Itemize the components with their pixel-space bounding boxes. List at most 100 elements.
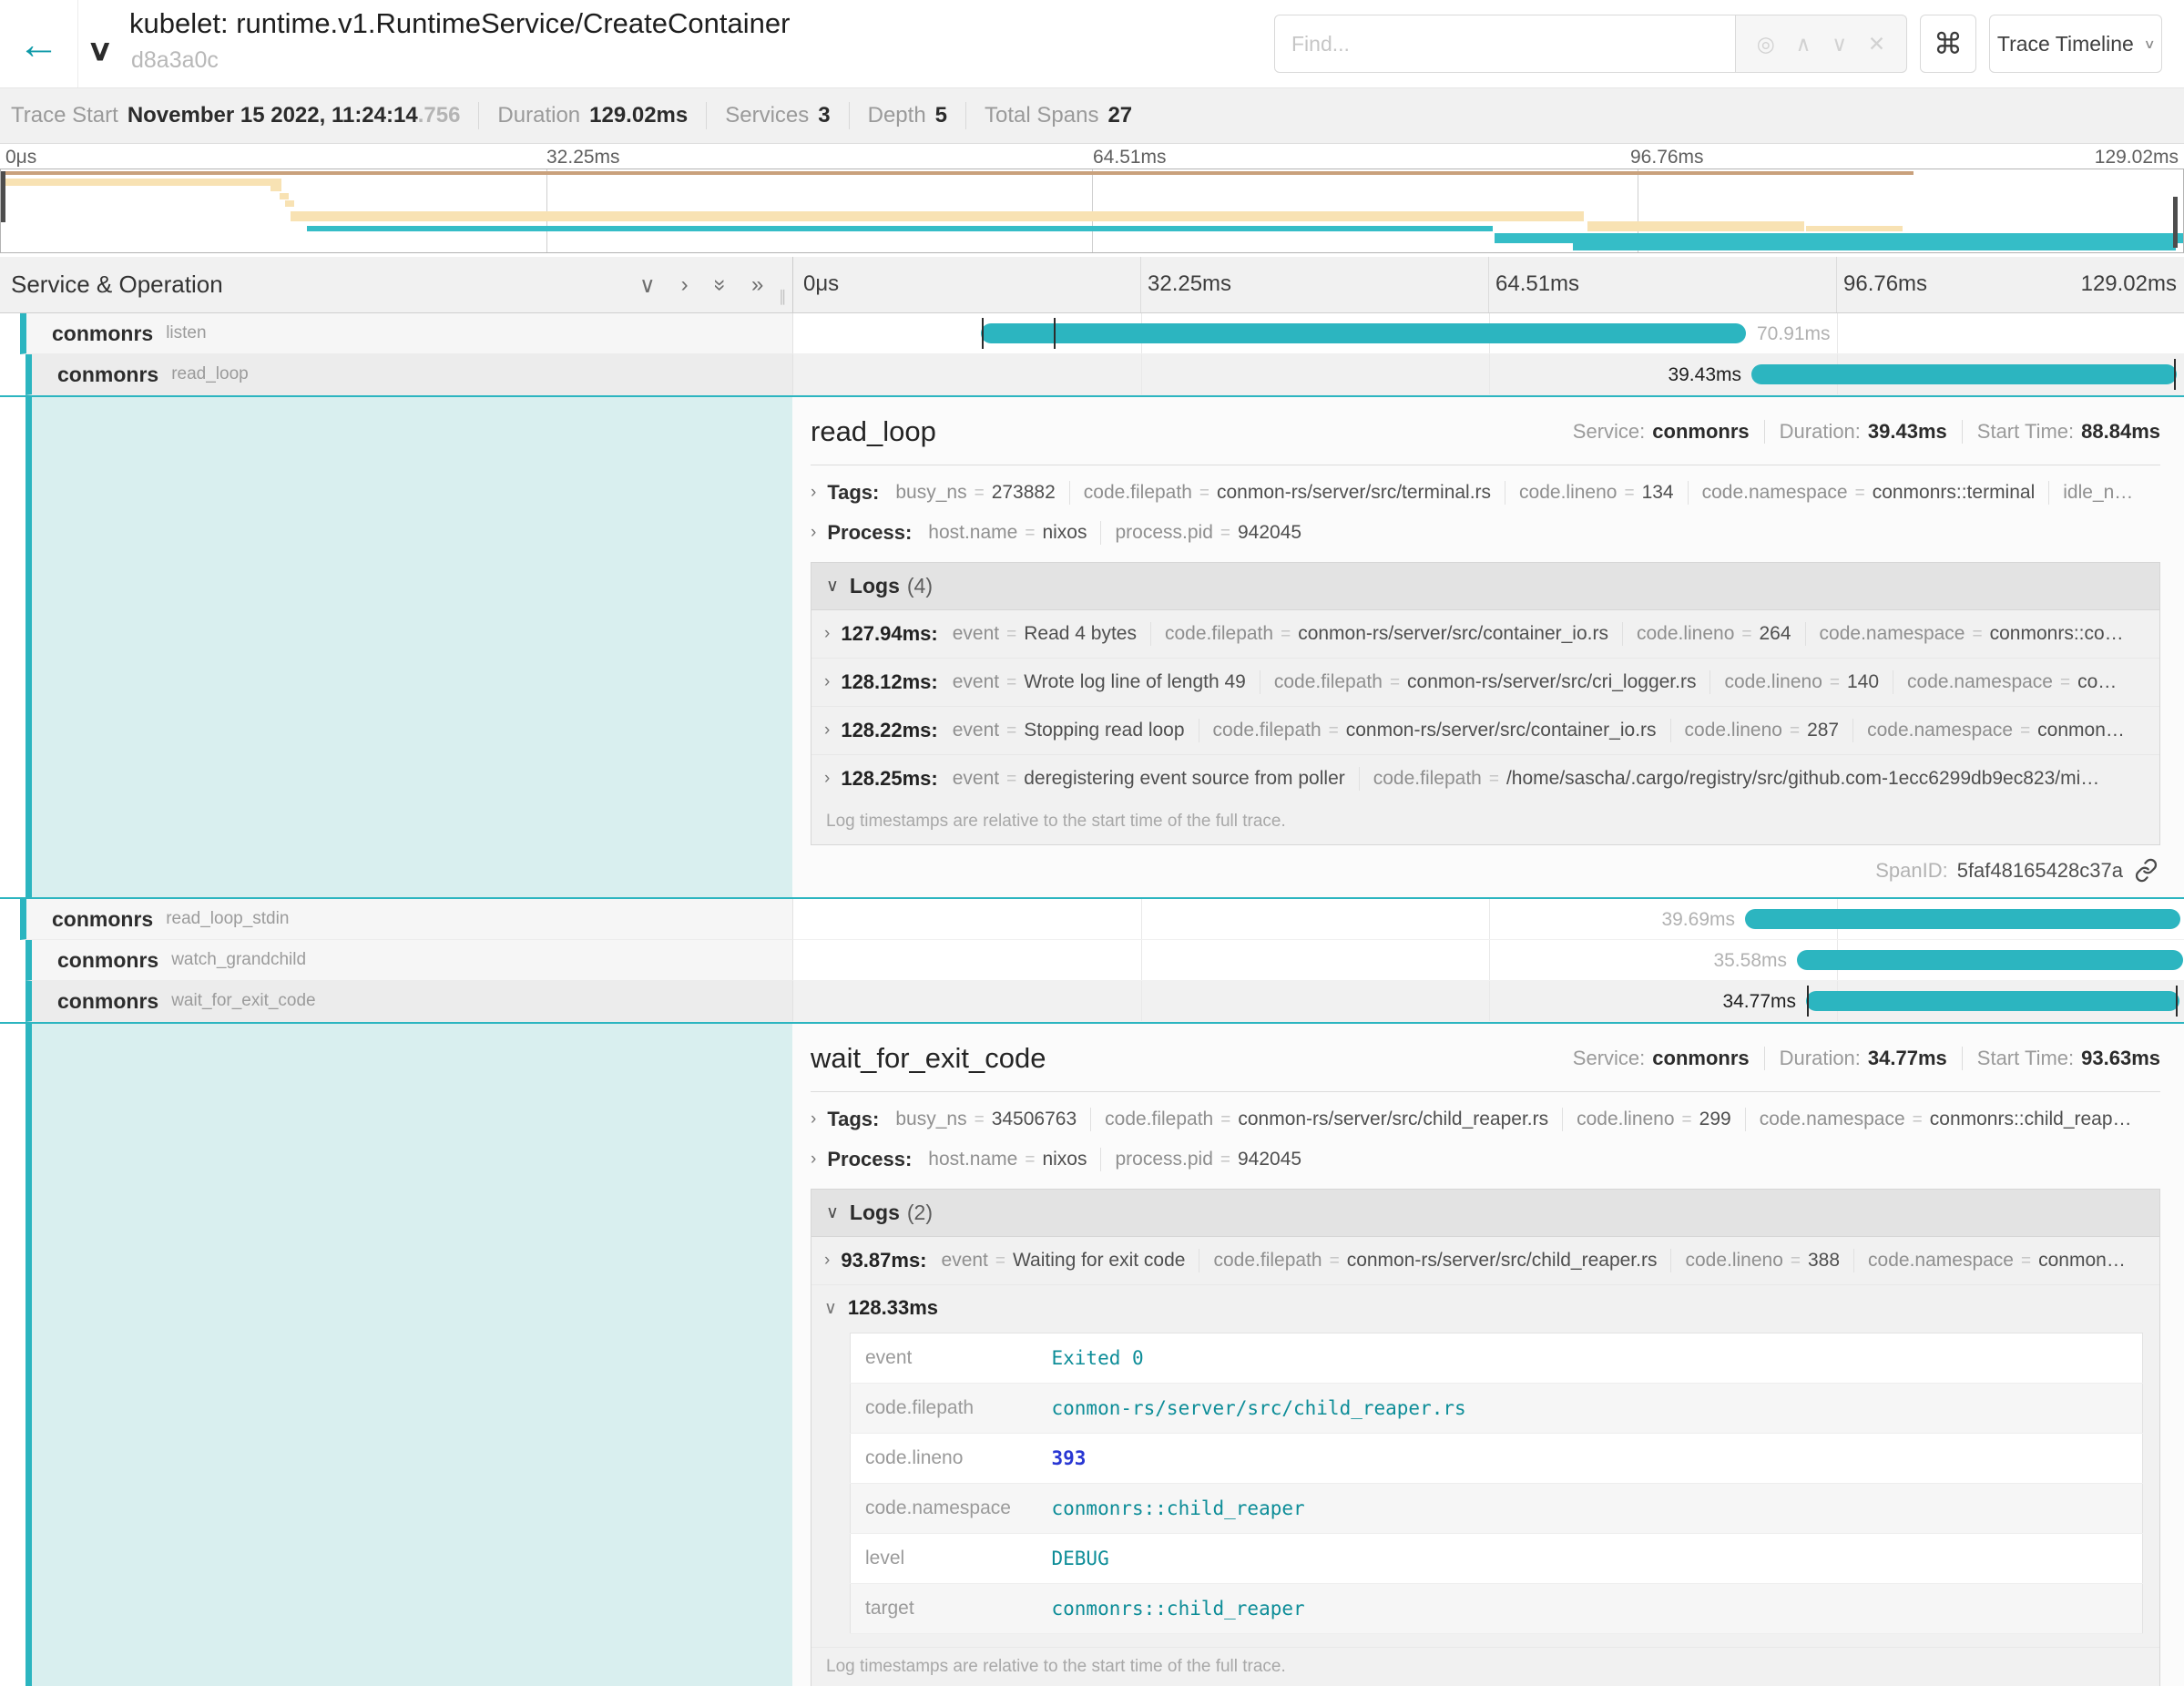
timeline-tick-labels: 0μs 32.25ms 64.51ms 96.76ms 129.02ms xyxy=(792,257,2184,312)
chevron-right-icon: › xyxy=(824,1251,830,1271)
log-fields-table: eventExited 0 code.filepathconmon-rs/ser… xyxy=(850,1333,2143,1634)
timeline-minimap: 0μs 32.25ms 64.51ms 96.76ms 129.02ms xyxy=(0,144,2184,257)
minimap-left-handle[interactable] xyxy=(1,171,5,222)
trace-id: d8a3a0c xyxy=(131,47,219,74)
chevron-right-icon: › xyxy=(811,483,816,503)
trace-view-select[interactable]: Trace Timeline ∨ xyxy=(1989,15,2162,73)
prev-match-icon[interactable]: ∧ xyxy=(1796,32,1811,56)
back-button[interactable]: ← xyxy=(0,0,78,87)
service-name: conmonrs xyxy=(52,322,153,346)
find-input[interactable] xyxy=(1274,15,1736,73)
trace-start: Trace StartNovember 15 2022, 11:24:14.75… xyxy=(11,103,460,128)
minimap-right-handle[interactable] xyxy=(2173,197,2178,248)
find-bar: ◎ ∧ ∨ ✕ xyxy=(1274,15,1907,73)
span-bar[interactable] xyxy=(1806,991,2179,1011)
span-bar[interactable] xyxy=(1745,909,2180,929)
tags-row[interactable]: › Tags: busy_ns34506763 code.filepathcon… xyxy=(811,1099,2160,1139)
command-icon: ⌘ xyxy=(1934,26,1963,61)
expand-all-icon[interactable]: » xyxy=(751,272,763,298)
log-entry[interactable]: › 128.25ms: eventderegistering event sou… xyxy=(811,755,2159,802)
span-name-cell[interactable]: conmonrswait_for_exit_code xyxy=(0,981,792,1022)
trace-duration: Duration129.02ms xyxy=(497,103,688,128)
back-arrow-icon: ← xyxy=(18,19,60,68)
span-timeline-cell[interactable]: 34.77ms xyxy=(792,981,2184,1022)
span-id-value: 5faf48165428c37a xyxy=(1957,859,2123,883)
table-row: code.filepathconmon-rs/server/src/child_… xyxy=(851,1384,2143,1434)
detail-content: read_loop Service:conmonrs Duration:39.4… xyxy=(792,397,2184,897)
process-row[interactable]: › Process: host.namenixos process.pid942… xyxy=(811,513,2160,553)
minimap-span xyxy=(291,211,1584,221)
minimap-span xyxy=(1495,233,2183,243)
table-row: levelDEBUG xyxy=(851,1534,2143,1584)
service-name: conmonrs xyxy=(52,907,153,932)
log-marker xyxy=(2174,359,2176,390)
minimap-span xyxy=(270,186,281,191)
operation-name: listen xyxy=(166,323,206,343)
log-entry-header[interactable]: ∨ 128.33ms xyxy=(824,1296,2147,1320)
span-bar[interactable] xyxy=(1751,364,2177,384)
chevron-right-icon: › xyxy=(811,1109,816,1129)
span-duration-label: 34.77ms xyxy=(1722,991,1796,1013)
span-name-cell[interactable]: conmonrs watch_grandchild xyxy=(0,940,792,981)
log-entry[interactable]: › 128.22ms: eventStopping read loop code… xyxy=(811,707,2159,755)
minimap-span xyxy=(285,200,294,207)
span-row-read-loop-stdin: conmonrs read_loop_stdin 39.69ms xyxy=(0,899,2184,940)
table-row: targetconmonrs::child_reaper xyxy=(851,1584,2143,1634)
process-row[interactable]: › Process: host.namenixos process.pid942… xyxy=(811,1139,2160,1180)
log-marker xyxy=(982,318,984,349)
log-entry[interactable]: › 127.94ms: eventRead 4 bytes code.filep… xyxy=(811,610,2159,659)
trace-view-label: Trace Timeline xyxy=(1997,32,2134,56)
log-marker xyxy=(1807,986,1809,1017)
span-row-wait-for-exit-code: conmonrswait_for_exit_code 34.77ms xyxy=(0,981,2184,1022)
span-name-cell[interactable]: conmonrs read_loop_stdin xyxy=(0,899,792,940)
span-timeline-cell[interactable]: 39.43ms xyxy=(792,354,2184,395)
span-name-cell[interactable]: conmonrs listen xyxy=(0,313,792,354)
collapse-one-icon[interactable]: ∨ xyxy=(639,272,656,299)
keyboard-shortcuts-button[interactable]: ⌘ xyxy=(1920,15,1976,73)
span-timeline-cell[interactable]: 35.58ms xyxy=(792,940,2184,981)
divider xyxy=(478,102,479,129)
collapse-all-icon[interactable]: » xyxy=(707,279,732,291)
service-name: conmonrs xyxy=(57,948,158,973)
service-name: conmonrs xyxy=(57,363,158,387)
collapse-header-chevron-icon[interactable]: ∨ xyxy=(87,33,113,67)
chevron-down-icon: ∨ xyxy=(824,1298,837,1319)
expand-one-icon[interactable]: › xyxy=(681,272,689,298)
detail-gutter xyxy=(0,397,792,897)
span-bar[interactable] xyxy=(1797,950,2183,970)
chevron-right-icon: › xyxy=(811,523,816,543)
detail-content: wait_for_exit_code Service:conmonrs Dura… xyxy=(792,1024,2184,1686)
table-row: code.lineno393 xyxy=(851,1434,2143,1484)
column-resizer[interactable]: ∥ xyxy=(779,288,787,306)
span-timeline-cell[interactable]: 39.69ms xyxy=(792,899,2184,940)
span-bar[interactable] xyxy=(981,323,1746,343)
link-icon[interactable] xyxy=(2134,858,2158,883)
minimap-span xyxy=(1587,221,1804,231)
collapse-controls: ∨ › » » xyxy=(639,257,763,313)
operation-name: read_loop xyxy=(171,364,249,384)
log-entry[interactable]: › 93.87ms: eventWaiting for exit code co… xyxy=(811,1237,2159,1285)
tags-row[interactable]: › Tags: busy_ns273882 code.filepathconmo… xyxy=(811,473,2160,513)
minimap-canvas[interactable] xyxy=(0,169,2184,253)
operation-name: watch_grandchild xyxy=(171,950,306,970)
next-match-icon[interactable]: ∨ xyxy=(1832,32,1847,56)
chevron-right-icon: › xyxy=(824,769,830,789)
logs-header[interactable]: ∨ Logs(2) xyxy=(811,1190,2159,1237)
operation-name: read_loop_stdin xyxy=(166,909,289,929)
minimap-span xyxy=(1573,243,2176,250)
span-duration-label: 39.43ms xyxy=(1668,364,1741,386)
clear-search-icon[interactable]: ✕ xyxy=(1868,32,1885,56)
log-entry[interactable]: › 128.12ms: eventWrote log line of lengt… xyxy=(811,659,2159,707)
detail-title: read_loop xyxy=(811,415,936,448)
locate-icon[interactable]: ◎ xyxy=(1757,32,1775,56)
span-row-read-loop: conmonrs read_loop 39.43ms xyxy=(0,354,2184,395)
service-name: conmonrs xyxy=(57,989,158,1014)
logs-section: ∨ Logs(2) › 93.87ms: eventWaiting for ex… xyxy=(811,1189,2160,1686)
logs-header[interactable]: ∨ Logs(4) xyxy=(811,563,2159,610)
span-duration-label: 70.91ms xyxy=(1757,323,1831,345)
span-name-cell[interactable]: conmonrs read_loop xyxy=(0,354,792,395)
span-duration-label: 39.69ms xyxy=(1661,909,1735,931)
log-marker xyxy=(2176,986,2178,1017)
log-marker xyxy=(1054,318,1056,349)
span-timeline-cell[interactable]: 70.91ms xyxy=(792,313,2184,354)
